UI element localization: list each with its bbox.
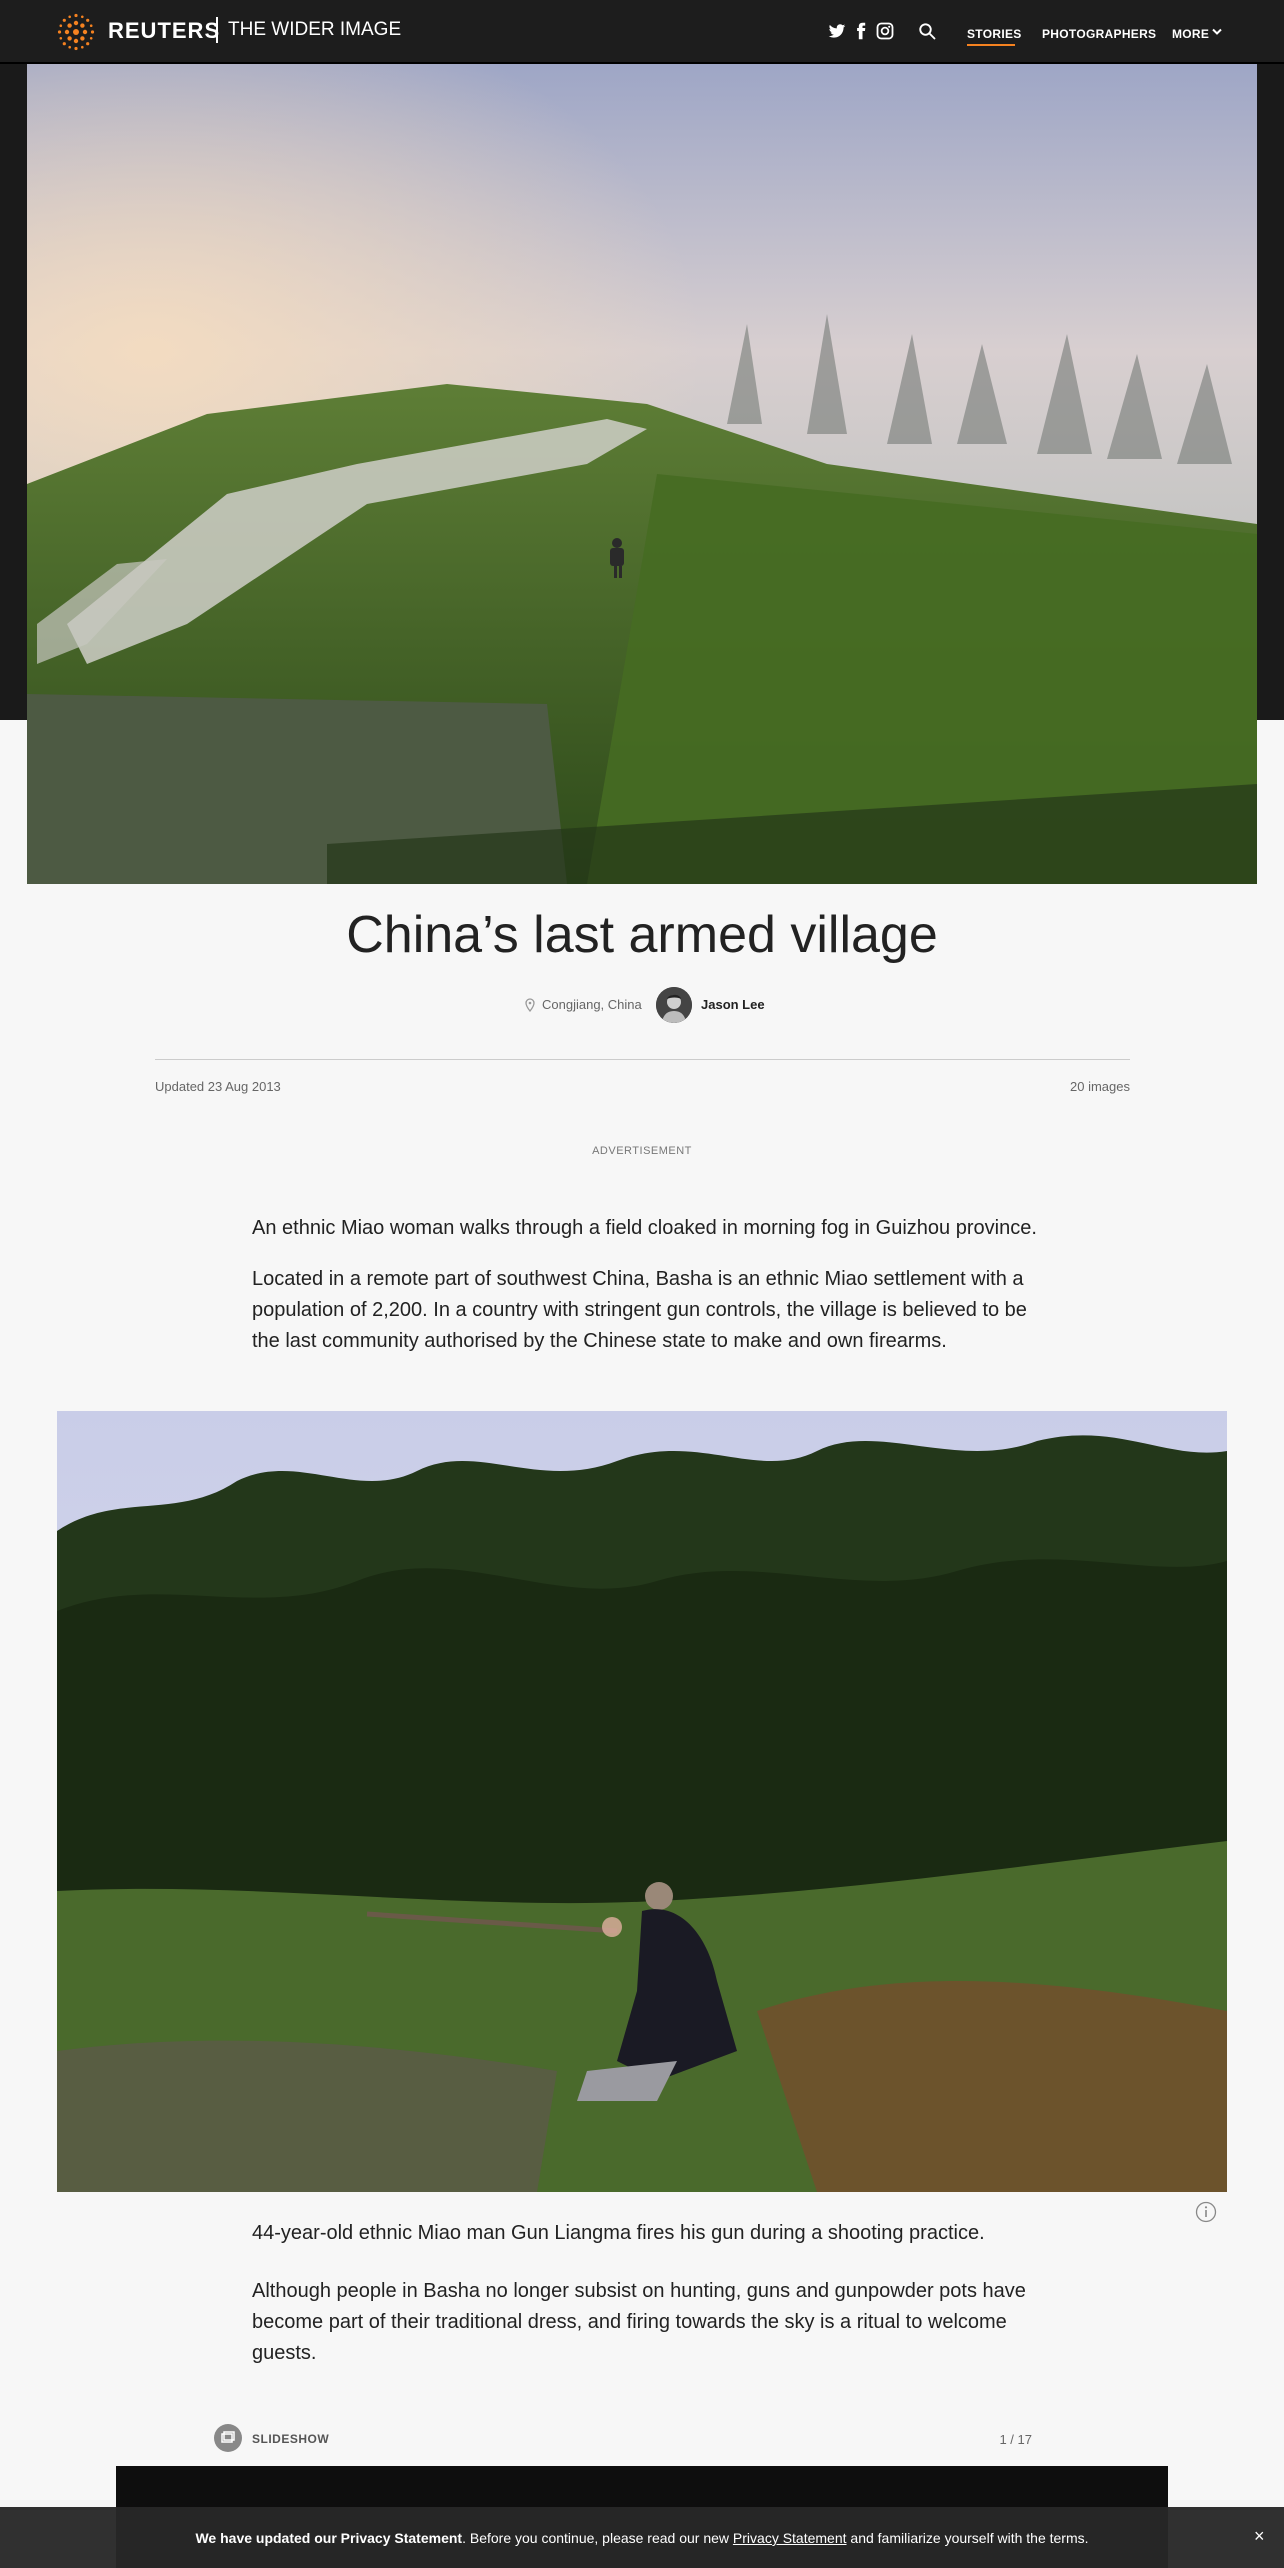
body-paragraph: Located in a remote part of southwest Ch… xyxy=(252,1268,1027,1352)
section-name[interactable]: THE WIDER IMAGE xyxy=(228,19,401,41)
reuters-logo-icon[interactable] xyxy=(56,12,96,52)
nav-stories[interactable]: STORIES xyxy=(967,27,1022,41)
info-icon[interactable] xyxy=(1195,2201,1217,2223)
privacy-banner: We have updated our Privacy Statement. B… xyxy=(0,2507,1284,2568)
top-navigation-bar: REUTERS THE WIDER IMAGE STORIES PHOTOGRA… xyxy=(0,0,1284,64)
privacy-text-after: and familiarize yourself with the terms. xyxy=(846,2530,1089,2546)
photo-shooting-practice xyxy=(57,1411,1227,2192)
privacy-text-before: . Before you continue, please read our n… xyxy=(462,2530,733,2546)
author-name[interactable]: Jason Lee xyxy=(701,997,765,1012)
author-avatar[interactable] xyxy=(656,987,692,1023)
caption-paragraph: An ethnic Miao woman walks through a fie… xyxy=(252,1217,1037,1239)
slideshow-label: SLIDESHOW xyxy=(252,2432,330,2446)
location-pin-icon xyxy=(525,998,535,1012)
slideshow-icon[interactable] xyxy=(214,2424,242,2452)
search-icon[interactable] xyxy=(918,22,936,40)
chevron-down-icon[interactable] xyxy=(1212,28,1222,36)
images-count: 20 images xyxy=(1070,1079,1130,1094)
hero-photo-rice-terraces xyxy=(27,64,1257,884)
brand-separator xyxy=(216,17,218,43)
brand-name[interactable]: REUTERS xyxy=(108,18,220,44)
story-title: China’s last armed village xyxy=(346,906,938,964)
slideshow-counter: 1 / 17 xyxy=(999,2432,1032,2447)
updated-date: Updated 23 Aug 2013 xyxy=(155,1079,281,1094)
caption-paragraph: 44-year-old ethnic Miao man Gun Liangma … xyxy=(252,2222,985,2244)
story-location: Congjiang, China xyxy=(542,997,642,1012)
privacy-heading: We have updated our Privacy Statement xyxy=(195,2530,463,2546)
body-paragraph: Although people in Basha no longer subsi… xyxy=(252,2280,1026,2364)
privacy-message: We have updated our Privacy Statement. B… xyxy=(0,2530,1284,2546)
nav-more[interactable]: MORE xyxy=(1172,27,1209,41)
twitter-icon[interactable] xyxy=(828,22,846,40)
facebook-icon[interactable] xyxy=(852,22,870,40)
nav-photographers[interactable]: PHOTOGRAPHERS xyxy=(1042,27,1156,41)
close-icon[interactable]: × xyxy=(1254,2527,1265,2545)
nav-active-indicator xyxy=(967,44,1015,46)
advertisement-label: ADVERTISEMENT xyxy=(592,1145,692,1157)
instagram-icon[interactable] xyxy=(876,22,894,40)
meta-divider xyxy=(155,1059,1130,1060)
privacy-statement-link[interactable]: Privacy Statement xyxy=(733,2530,847,2546)
